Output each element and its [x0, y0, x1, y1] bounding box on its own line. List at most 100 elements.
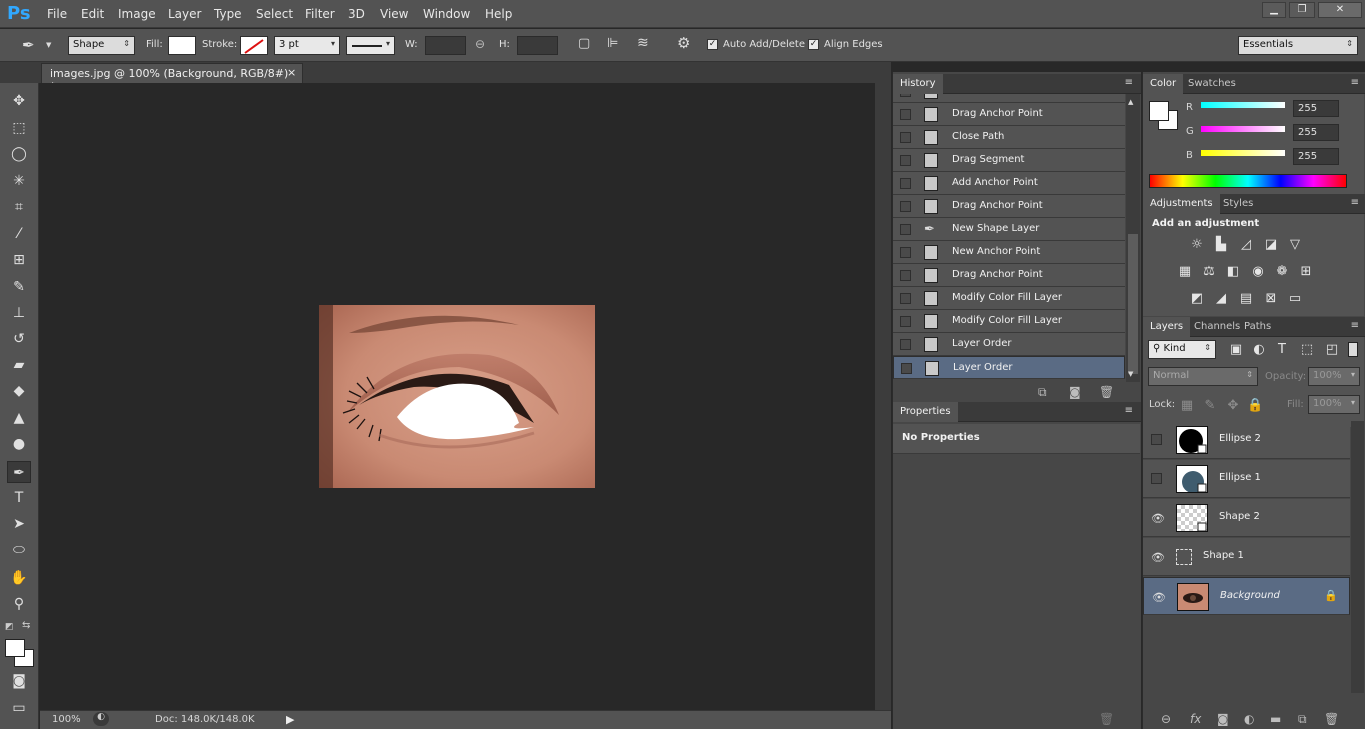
- menu-help[interactable]: Help: [485, 7, 512, 21]
- vibrance-icon[interactable]: ▽: [1287, 238, 1303, 252]
- visibility-toggle[interactable]: [1151, 473, 1162, 484]
- zoom-tool-icon[interactable]: ⚲: [7, 593, 31, 615]
- gradient-map-icon[interactable]: ▭: [1287, 292, 1303, 306]
- foreground-color-swatch[interactable]: [1149, 101, 1169, 121]
- layer-row-ellipse-1[interactable]: Ellipse 1: [1143, 460, 1350, 498]
- hand-tool-icon[interactable]: ✋: [7, 567, 31, 589]
- healing-brush-tool-icon[interactable]: ⊞: [7, 249, 31, 271]
- history-brush-tool-icon[interactable]: ↺: [7, 328, 31, 350]
- new-adjustment-layer-icon[interactable]: ◐: [1244, 712, 1254, 726]
- clone-stamp-tool-icon[interactable]: ⊥: [7, 302, 31, 324]
- history-item[interactable]: Drag Anchor Point: [893, 195, 1125, 218]
- default-colors-icon[interactable]: ◩: [5, 622, 14, 632]
- history-item[interactable]: Drag Anchor Point: [893, 264, 1125, 287]
- history-state-checkbox[interactable]: [900, 339, 911, 350]
- filter-pixel-icon[interactable]: ▣: [1228, 343, 1244, 357]
- document-tab[interactable]: images.jpg @ 100% (Background, RGB/8#) *…: [41, 63, 303, 93]
- stroke-width-field[interactable]: 3 pt ▾: [274, 36, 340, 55]
- color-spectrum-ramp[interactable]: [1149, 174, 1347, 188]
- align-edges-checkbox[interactable]: ✓: [808, 39, 819, 50]
- layer-filter-select[interactable]: ⚲ Kind ⇕: [1148, 340, 1216, 359]
- tab-history[interactable]: History: [893, 74, 943, 94]
- move-tool-icon[interactable]: ✥: [7, 90, 31, 112]
- path-arrangement-icon[interactable]: ≋: [637, 35, 649, 51]
- screen-mode-icon[interactable]: ▭: [7, 697, 31, 719]
- eyedropper-tool-icon[interactable]: ⁄: [7, 223, 31, 245]
- lock-transparent-icon[interactable]: ▦: [1179, 399, 1195, 413]
- layer-row-ellipse-2[interactable]: Ellipse 2: [1143, 421, 1350, 459]
- trash-icon[interactable]: 🗑: [1099, 712, 1114, 726]
- tab-paths[interactable]: Paths: [1237, 317, 1278, 337]
- dodge-tool-icon[interactable]: ●: [7, 433, 31, 455]
- close-window-button[interactable]: ✕: [1318, 2, 1362, 18]
- workspace-select[interactable]: Essentials ⇕: [1238, 36, 1358, 55]
- width-input[interactable]: [425, 36, 466, 55]
- menu-select[interactable]: Select: [256, 7, 293, 21]
- history-state-checkbox[interactable]: [900, 247, 911, 258]
- path-alignment-icon[interactable]: ⊫: [607, 36, 618, 51]
- new-layer-icon[interactable]: ⧉: [1298, 712, 1307, 727]
- eye-icon[interactable]: 👁: [1151, 551, 1165, 564]
- g-slider[interactable]: [1201, 126, 1285, 132]
- mode-select[interactable]: Shape ⇕: [68, 36, 135, 55]
- threshold-icon[interactable]: ▤: [1238, 292, 1254, 306]
- blur-tool-icon[interactable]: ▲: [7, 407, 31, 429]
- lock-all-icon[interactable]: 🔒: [1247, 399, 1263, 413]
- panel-menu-icon[interactable]: ≡: [1125, 405, 1133, 416]
- tab-styles[interactable]: Styles: [1216, 194, 1260, 214]
- link-layers-icon[interactable]: ⊖: [1161, 712, 1171, 726]
- menu-type[interactable]: Type: [214, 7, 242, 21]
- trash-icon[interactable]: 🗑: [1099, 385, 1114, 399]
- pen-tool-icon[interactable]: ✒: [7, 461, 31, 483]
- history-item[interactable]: Modify Color Fill Layer: [893, 310, 1125, 333]
- fill-input[interactable]: 100% ▾: [1308, 395, 1360, 414]
- document-image[interactable]: [319, 305, 595, 488]
- blend-mode-select[interactable]: Normal ⇕: [1148, 367, 1258, 386]
- filter-adjustment-icon[interactable]: ◐: [1251, 343, 1267, 357]
- menu-file[interactable]: File: [47, 7, 67, 21]
- history-state-checkbox[interactable]: [900, 94, 911, 97]
- visibility-toggle[interactable]: [1151, 434, 1162, 445]
- invert-icon[interactable]: ◩: [1189, 292, 1205, 306]
- history-state-checkbox[interactable]: [900, 109, 911, 120]
- history-state-checkbox[interactable]: [900, 178, 911, 189]
- new-document-from-state-icon[interactable]: ⧉: [1038, 385, 1047, 400]
- restore-button[interactable]: ❐: [1289, 2, 1315, 18]
- filter-type-icon[interactable]: T: [1274, 343, 1290, 357]
- history-state-checkbox[interactable]: [900, 316, 911, 327]
- panel-menu-icon[interactable]: ≡: [1125, 77, 1133, 88]
- new-snapshot-icon[interactable]: ◙: [1069, 385, 1081, 399]
- scroll-up-icon[interactable]: ▲: [1128, 98, 1133, 106]
- fill-swatch[interactable]: [168, 36, 196, 55]
- color-lookup-icon[interactable]: ⊞: [1298, 265, 1314, 279]
- gear-icon[interactable]: ⚙: [677, 34, 690, 52]
- trash-icon[interactable]: 🗑: [1324, 712, 1339, 726]
- minimize-button[interactable]: ▁: [1262, 2, 1286, 18]
- foreground-color-swatch[interactable]: [5, 639, 25, 657]
- history-state-checkbox[interactable]: [900, 270, 911, 281]
- history-state-checkbox[interactable]: [900, 224, 911, 235]
- history-item[interactable]: Layer Order: [893, 356, 1125, 379]
- brightness-contrast-icon[interactable]: ☼: [1189, 238, 1205, 252]
- stroke-swatch[interactable]: [240, 36, 268, 55]
- photo-filter-icon[interactable]: ◉: [1250, 265, 1266, 279]
- history-item[interactable]: Drag Anchor Point: [893, 103, 1125, 126]
- tab-layers[interactable]: Layers: [1143, 317, 1191, 337]
- scroll-thumb[interactable]: [1128, 234, 1138, 374]
- color-balance-icon[interactable]: ⚖: [1201, 265, 1217, 279]
- lock-position-icon[interactable]: ✥: [1225, 399, 1241, 413]
- menu-layer[interactable]: Layer: [168, 7, 201, 21]
- layers-scrollbar[interactable]: [1351, 421, 1364, 693]
- tab-swatches[interactable]: Swatches: [1181, 74, 1243, 94]
- brush-tool-icon[interactable]: ✎: [7, 276, 31, 298]
- menu-window[interactable]: Window: [423, 7, 470, 21]
- r-slider[interactable]: [1201, 102, 1285, 108]
- layer-row-shape-1[interactable]: 👁 Shape 1: [1143, 538, 1350, 576]
- layer-row-background[interactable]: 👁 Background 🔒: [1143, 577, 1350, 615]
- history-item[interactable]: Close Path: [893, 126, 1125, 149]
- history-scrollbar[interactable]: ▲ ▼: [1126, 94, 1140, 382]
- posterize-icon[interactable]: ◢: [1213, 292, 1229, 306]
- stroke-type-select[interactable]: ▾: [346, 36, 395, 55]
- curves-icon[interactable]: ◿: [1238, 238, 1254, 252]
- filter-shape-icon[interactable]: ⬚: [1299, 343, 1315, 357]
